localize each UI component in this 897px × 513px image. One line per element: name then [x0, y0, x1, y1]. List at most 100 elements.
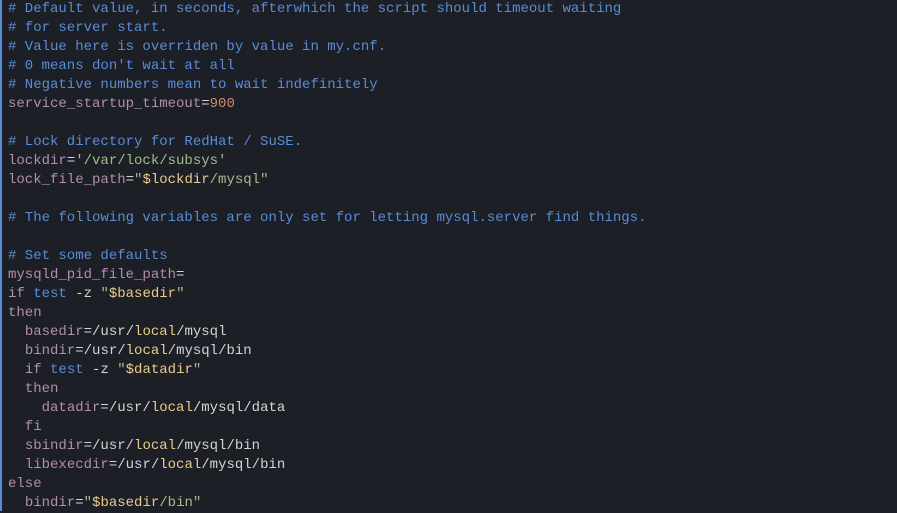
quote: " [176, 286, 184, 302]
comment-text: # Set some defaults [8, 248, 168, 264]
code-line [8, 190, 891, 209]
code-line: # The following variables are only set f… [8, 209, 891, 228]
code-line: if test -z "$datadir" [8, 361, 891, 380]
comment-text: # 0 means don't wait at all [8, 58, 235, 74]
variable-name: mysqld_pid_file_path [8, 267, 176, 283]
code-line: basedir=/usr/local/mysql [8, 323, 891, 342]
code-line: # Lock directory for RedHat / SuSE. [8, 133, 891, 152]
flag-z: -z [67, 286, 101, 302]
code-line: # Set some defaults [8, 247, 891, 266]
quote: " [84, 495, 92, 511]
variable-name: service_startup_timeout [8, 96, 201, 112]
quote: " [100, 286, 108, 302]
code-line: then [8, 304, 891, 323]
string-literal: '/var/lock/subsys' [75, 153, 226, 169]
string-literal: /mysql [210, 172, 260, 188]
operator-equals: = [75, 495, 83, 511]
operator-equals: = [67, 153, 75, 169]
path-segment: /usr/ [109, 400, 151, 416]
code-line: service_startup_timeout=900 [8, 95, 891, 114]
path-segment: local [159, 457, 201, 473]
code-line: else [8, 475, 891, 494]
keyword-if: if [8, 286, 25, 302]
variable-name: lockdir [8, 153, 67, 169]
comment-text: # The following variables are only set f… [8, 210, 647, 226]
space [25, 286, 33, 302]
keyword-then: then [8, 305, 42, 321]
operator-equals: = [201, 96, 209, 112]
variable-name: datadir [42, 400, 101, 416]
operator-equals: = [75, 343, 83, 359]
comment-text: # Lock directory for RedHat / SuSE. [8, 134, 302, 150]
operator-equals: = [84, 324, 92, 340]
code-line [8, 228, 891, 247]
quote: " [260, 172, 268, 188]
string-variable: $lockdir [142, 172, 209, 188]
variable-name: libexecdir [25, 457, 109, 473]
path-segment: /usr/ [84, 343, 126, 359]
comment-text: # Value here is overriden by value in my… [8, 39, 386, 55]
code-line: # Negative numbers mean to wait indefini… [8, 76, 891, 95]
path-segment: /usr/ [92, 438, 134, 454]
variable-name: lock_file_path [8, 172, 126, 188]
path-segment: /mysql/bin [168, 343, 252, 359]
indent [8, 457, 25, 473]
indent [8, 419, 25, 435]
code-line: bindir="$basedir/bin" [8, 494, 891, 513]
string-variable: $basedir [92, 495, 159, 511]
path-segment: /mysql/bin [176, 438, 260, 454]
path-segment: local [126, 343, 168, 359]
variable-name: sbindir [25, 438, 84, 454]
code-line: datadir=/usr/local/mysql/data [8, 399, 891, 418]
path-segment: /mysql/data [193, 400, 285, 416]
space [42, 362, 50, 378]
indent [8, 400, 42, 416]
indent [8, 438, 25, 454]
string-variable: $datadir [126, 362, 193, 378]
quote: " [193, 495, 201, 511]
string-literal: /bin [159, 495, 193, 511]
code-line: # Value here is overriden by value in my… [8, 38, 891, 57]
path-segment: /mysql [176, 324, 226, 340]
path-segment: local [134, 438, 176, 454]
path-segment: /mysql/bin [201, 457, 285, 473]
indent [8, 324, 25, 340]
indent [8, 495, 25, 511]
keyword-if: if [25, 362, 42, 378]
path-segment: local [151, 400, 193, 416]
keyword-else: else [8, 476, 42, 492]
variable-name: bindir [25, 495, 75, 511]
code-line: lockdir='/var/lock/subsys' [8, 152, 891, 171]
keyword-then: then [25, 381, 59, 397]
builtin-test: test [33, 286, 67, 302]
code-line: lock_file_path="$lockdir/mysql" [8, 171, 891, 190]
code-line: # 0 means don't wait at all [8, 57, 891, 76]
path-segment: local [134, 324, 176, 340]
indent [8, 381, 25, 397]
comment-text: # for server start. [8, 20, 168, 36]
keyword-fi: fi [25, 419, 42, 435]
code-line [8, 114, 891, 133]
indent [8, 362, 25, 378]
comment-text: # Negative numbers mean to wait indefini… [8, 77, 378, 93]
operator-equals: = [84, 438, 92, 454]
operator-equals: = [176, 267, 184, 283]
indent [8, 343, 25, 359]
path-segment: /usr/ [92, 324, 134, 340]
flag-z: -z [84, 362, 118, 378]
code-line: # for server start. [8, 19, 891, 38]
quote: " [193, 362, 201, 378]
operator-equals: = [126, 172, 134, 188]
variable-name: basedir [25, 324, 84, 340]
code-line: bindir=/usr/local/mysql/bin [8, 342, 891, 361]
code-line: then [8, 380, 891, 399]
code-line: mysqld_pid_file_path= [8, 266, 891, 285]
code-line: # Default value, in seconds, afterwhich … [8, 0, 891, 19]
code-line: fi [8, 418, 891, 437]
variable-name: bindir [25, 343, 75, 359]
string-variable: $basedir [109, 286, 176, 302]
code-editor-viewport[interactable]: # Default value, in seconds, afterwhich … [2, 0, 897, 513]
comment-text: # Default value, in seconds, afterwhich … [8, 1, 621, 17]
operator-equals: = [100, 400, 108, 416]
number-literal: 900 [210, 96, 235, 112]
